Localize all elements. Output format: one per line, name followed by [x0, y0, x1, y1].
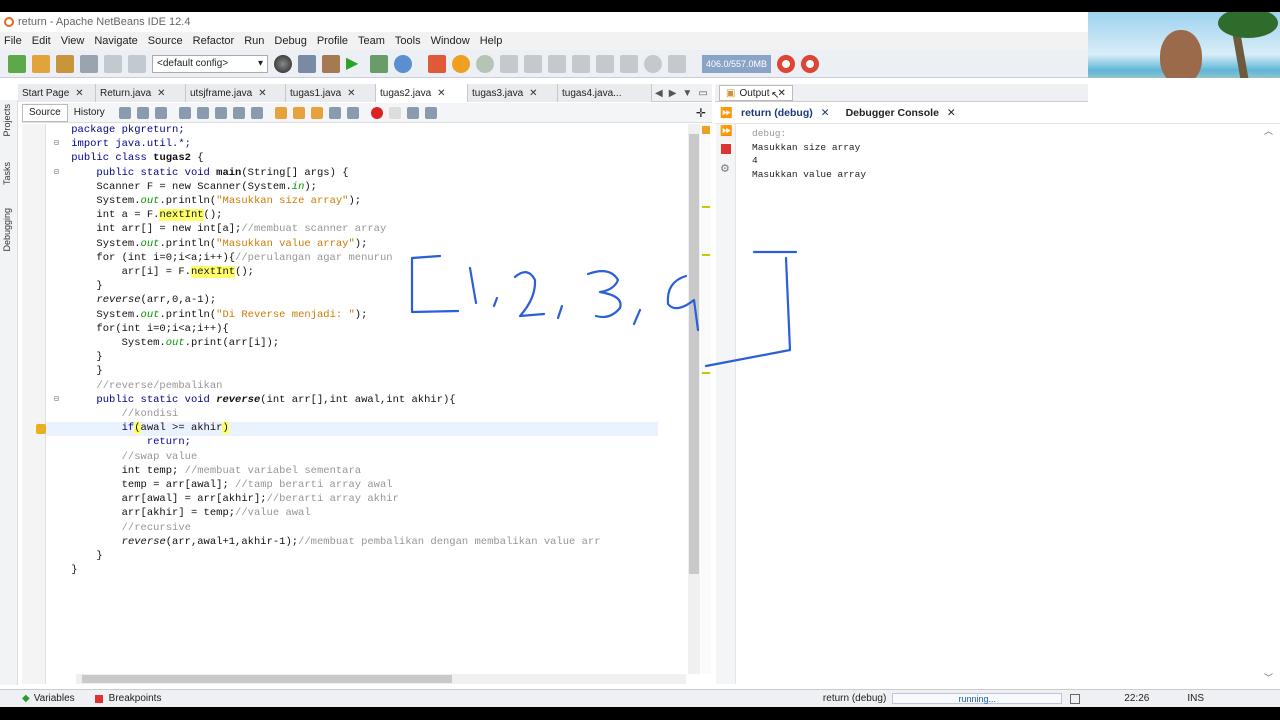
insert-mode: INS [1187, 693, 1204, 704]
ink-digit-four [666, 274, 700, 332]
bottom-black-border [0, 707, 1280, 720]
task-progress-bar[interactable]: running... [892, 693, 1063, 704]
ink-bracket-close [704, 256, 792, 368]
ink-comma [492, 296, 499, 308]
ink-comma [632, 308, 642, 326]
ink-digit-three [586, 269, 622, 319]
running-task-name[interactable]: return (debug) [823, 693, 886, 704]
breakpoints-tab[interactable]: Breakpoints [109, 693, 162, 704]
ink-comma [556, 304, 564, 320]
ink-digit-one [468, 266, 478, 305]
breakpoints-icon [94, 694, 103, 703]
variables-icon: ◆ [22, 693, 30, 704]
ink-bracket-open [410, 254, 460, 314]
cursor-position: 22:26 [1124, 693, 1150, 704]
ink-digit-two [513, 271, 546, 318]
status-bar: ◆ Variables Breakpoints return (debug) r… [0, 689, 1280, 707]
variables-tab[interactable]: Variables [34, 693, 75, 704]
cancel-task-icon[interactable] [1070, 693, 1081, 704]
annotation-drawing [410, 250, 798, 368]
